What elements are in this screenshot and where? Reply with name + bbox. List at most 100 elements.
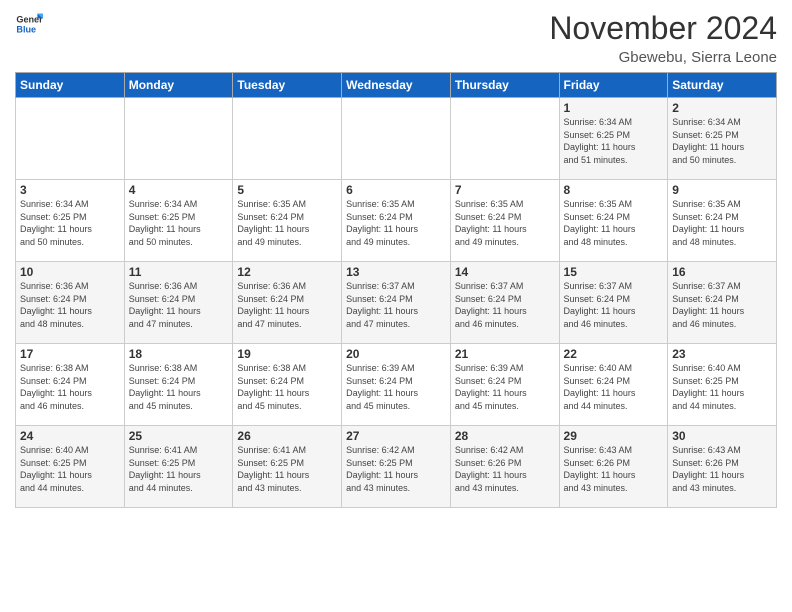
day-number: 4: [129, 183, 229, 197]
day-number: 14: [455, 265, 555, 279]
calendar-cell: 17Sunrise: 6:38 AM Sunset: 6:24 PM Dayli…: [16, 344, 125, 426]
logo-icon: General Blue: [15, 10, 43, 38]
calendar-cell: 16Sunrise: 6:37 AM Sunset: 6:24 PM Dayli…: [668, 262, 777, 344]
day-info: Sunrise: 6:38 AM Sunset: 6:24 PM Dayligh…: [237, 362, 337, 412]
day-info: Sunrise: 6:37 AM Sunset: 6:24 PM Dayligh…: [455, 280, 555, 330]
weekday-saturday: Saturday: [668, 73, 777, 98]
calendar-body: 1Sunrise: 6:34 AM Sunset: 6:25 PM Daylig…: [16, 98, 777, 508]
day-info: Sunrise: 6:34 AM Sunset: 6:25 PM Dayligh…: [129, 198, 229, 248]
calendar-week-4: 17 Sunrise: 6:38 AM Sunset: 6:24 PM Dayli…: [16, 344, 777, 426]
weekday-friday: Friday: [559, 73, 668, 98]
day-number: 6: [346, 183, 446, 197]
calendar-header: SundayMondayTuesdayWednesdayThursdayFrid…: [16, 73, 777, 98]
day-number: 17: [20, 347, 120, 361]
weekday-tuesday: Tuesday: [233, 73, 342, 98]
day-number: 21: [455, 347, 555, 361]
day-info: Sunrise: 6:35 AM Sunset: 6:24 PM Dayligh…: [564, 198, 664, 248]
calendar-cell: 22Sunrise: 6:40 AM Sunset: 6:24 PM Dayli…: [559, 344, 668, 426]
calendar-cell: 24Sunrise: 6:40 AM Sunset: 6:25 PM Dayli…: [16, 426, 125, 508]
day-number: 7: [455, 183, 555, 197]
calendar-cell: [124, 98, 233, 180]
calendar-cell: 7Sunrise: 6:35 AM Sunset: 6:24 PM Daylig…: [450, 180, 559, 262]
day-info: Sunrise: 6:43 AM Sunset: 6:26 PM Dayligh…: [564, 444, 664, 494]
day-number: 5: [237, 183, 337, 197]
day-number: 2: [672, 101, 772, 115]
calendar-week-5: 24Sunrise: 6:40 AM Sunset: 6:25 PM Dayli…: [16, 426, 777, 508]
svg-text:Blue: Blue: [16, 24, 36, 34]
day-info: Sunrise: 6:36 AM Sunset: 6:24 PM Dayligh…: [20, 280, 120, 330]
calendar-cell: 6Sunrise: 6:35 AM Sunset: 6:24 PM Daylig…: [342, 180, 451, 262]
day-number: 15: [564, 265, 664, 279]
day-info: Sunrise: 6:42 AM Sunset: 6:26 PM Dayligh…: [455, 444, 555, 494]
header: General Blue November 2024 Gbewebu, Sier…: [15, 10, 777, 66]
calendar-cell: 11Sunrise: 6:36 AM Sunset: 6:24 PM Dayli…: [124, 262, 233, 344]
day-info: Sunrise: 6:40 AM Sunset: 6:24 PM Dayligh…: [564, 362, 664, 412]
day-number: 16: [672, 265, 772, 279]
day-info: Sunrise: 6:35 AM Sunset: 6:24 PM Dayligh…: [346, 198, 446, 248]
day-number: 10: [20, 265, 120, 279]
calendar-week-2: 3Sunrise: 6:34 AM Sunset: 6:25 PM Daylig…: [16, 180, 777, 262]
calendar-cell: [450, 98, 559, 180]
day-info: Sunrise: 6:37 AM Sunset: 6:24 PM Dayligh…: [346, 280, 446, 330]
day-number: 26: [237, 429, 337, 443]
logo: General Blue: [15, 10, 43, 38]
calendar-cell: 8Sunrise: 6:35 AM Sunset: 6:24 PM Daylig…: [559, 180, 668, 262]
calendar-cell: 25Sunrise: 6:41 AM Sunset: 6:25 PM Dayli…: [124, 426, 233, 508]
day-info: Sunrise: 6:39 AM Sunset: 6:24 PM Dayligh…: [455, 362, 555, 412]
day-info: Sunrise: 6:35 AM Sunset: 6:24 PM Dayligh…: [455, 198, 555, 248]
day-number: 18: [129, 347, 229, 361]
calendar-cell: 26Sunrise: 6:41 AM Sunset: 6:25 PM Dayli…: [233, 426, 342, 508]
month-title: November 2024: [549, 10, 777, 47]
day-info: Sunrise: 6:34 AM Sunset: 6:25 PM Dayligh…: [672, 116, 772, 166]
calendar-cell: 1Sunrise: 6:34 AM Sunset: 6:25 PM Daylig…: [559, 98, 668, 180]
day-number: 27: [346, 429, 446, 443]
weekday-header-row: SundayMondayTuesdayWednesdayThursdayFrid…: [16, 73, 777, 98]
calendar-cell: 9Sunrise: 6:35 AM Sunset: 6:24 PM Daylig…: [668, 180, 777, 262]
day-number: 29: [564, 429, 664, 443]
calendar-cell: [16, 98, 125, 180]
calendar-cell: 10Sunrise: 6:36 AM Sunset: 6:24 PM Dayli…: [16, 262, 125, 344]
day-info: Sunrise: 6:43 AM Sunset: 6:26 PM Dayligh…: [672, 444, 772, 494]
calendar-cell: 19Sunrise: 6:38 AM Sunset: 6:24 PM Dayli…: [233, 344, 342, 426]
calendar-cell: 12Sunrise: 6:36 AM Sunset: 6:24 PM Dayli…: [233, 262, 342, 344]
calendar-cell: 21Sunrise: 6:39 AM Sunset: 6:24 PM Dayli…: [450, 344, 559, 426]
day-number: 23: [672, 347, 772, 361]
day-number: 1: [564, 101, 664, 115]
calendar-cell: 29Sunrise: 6:43 AM Sunset: 6:26 PM Dayli…: [559, 426, 668, 508]
day-info: Sunrise: 6:35 AM Sunset: 6:24 PM Dayligh…: [672, 198, 772, 248]
day-info: Sunrise: 6:36 AM Sunset: 6:24 PM Dayligh…: [129, 280, 229, 330]
calendar-week-3: 10Sunrise: 6:36 AM Sunset: 6:24 PM Dayli…: [16, 262, 777, 344]
day-info: Sunrise: 6:40 AM Sunset: 6:25 PM Dayligh…: [20, 444, 120, 494]
calendar-cell: 2Sunrise: 6:34 AM Sunset: 6:25 PM Daylig…: [668, 98, 777, 180]
day-number: 22: [564, 347, 664, 361]
day-number: 11: [129, 265, 229, 279]
day-info: Sunrise: 6:37 AM Sunset: 6:24 PM Dayligh…: [564, 280, 664, 330]
day-info: Sunrise: 6:35 AM Sunset: 6:24 PM Dayligh…: [237, 198, 337, 248]
weekday-sunday: Sunday: [16, 73, 125, 98]
calendar-table: SundayMondayTuesdayWednesdayThursdayFrid…: [15, 72, 777, 508]
day-number: 24: [20, 429, 120, 443]
day-number: 12: [237, 265, 337, 279]
calendar-cell: 15Sunrise: 6:37 AM Sunset: 6:24 PM Dayli…: [559, 262, 668, 344]
day-number: 30: [672, 429, 772, 443]
day-number: 20: [346, 347, 446, 361]
day-info: Sunrise: 6:34 AM Sunset: 6:25 PM Dayligh…: [20, 198, 120, 248]
calendar-cell: 18Sunrise: 6:38 AM Sunset: 6:24 PM Dayli…: [124, 344, 233, 426]
day-number: 9: [672, 183, 772, 197]
day-info: Sunrise: 6:38 AM Sunset: 6:24 PM Dayligh…: [129, 362, 229, 412]
day-number: 25: [129, 429, 229, 443]
calendar-cell: 14Sunrise: 6:37 AM Sunset: 6:24 PM Dayli…: [450, 262, 559, 344]
day-info: Sunrise: 6:42 AM Sunset: 6:25 PM Dayligh…: [346, 444, 446, 494]
day-number: 28: [455, 429, 555, 443]
day-number: 3: [20, 183, 120, 197]
day-info: Sunrise: 6:37 AM Sunset: 6:24 PM Dayligh…: [672, 280, 772, 330]
calendar-week-1: 1Sunrise: 6:34 AM Sunset: 6:25 PM Daylig…: [16, 98, 777, 180]
day-info: Sunrise: 6:39 AM Sunset: 6:24 PM Dayligh…: [346, 362, 446, 412]
day-info: Sunrise: 6:36 AM Sunset: 6:24 PM Dayligh…: [237, 280, 337, 330]
calendar-cell: 5Sunrise: 6:35 AM Sunset: 6:24 PM Daylig…: [233, 180, 342, 262]
calendar-cell: 13Sunrise: 6:37 AM Sunset: 6:24 PM Dayli…: [342, 262, 451, 344]
day-info: Sunrise: 6:41 AM Sunset: 6:25 PM Dayligh…: [129, 444, 229, 494]
day-info: Sunrise: 6:34 AM Sunset: 6:25 PM Dayligh…: [564, 116, 664, 166]
calendar-cell: 4Sunrise: 6:34 AM Sunset: 6:25 PM Daylig…: [124, 180, 233, 262]
calendar-cell: 30Sunrise: 6:43 AM Sunset: 6:26 PM Dayli…: [668, 426, 777, 508]
